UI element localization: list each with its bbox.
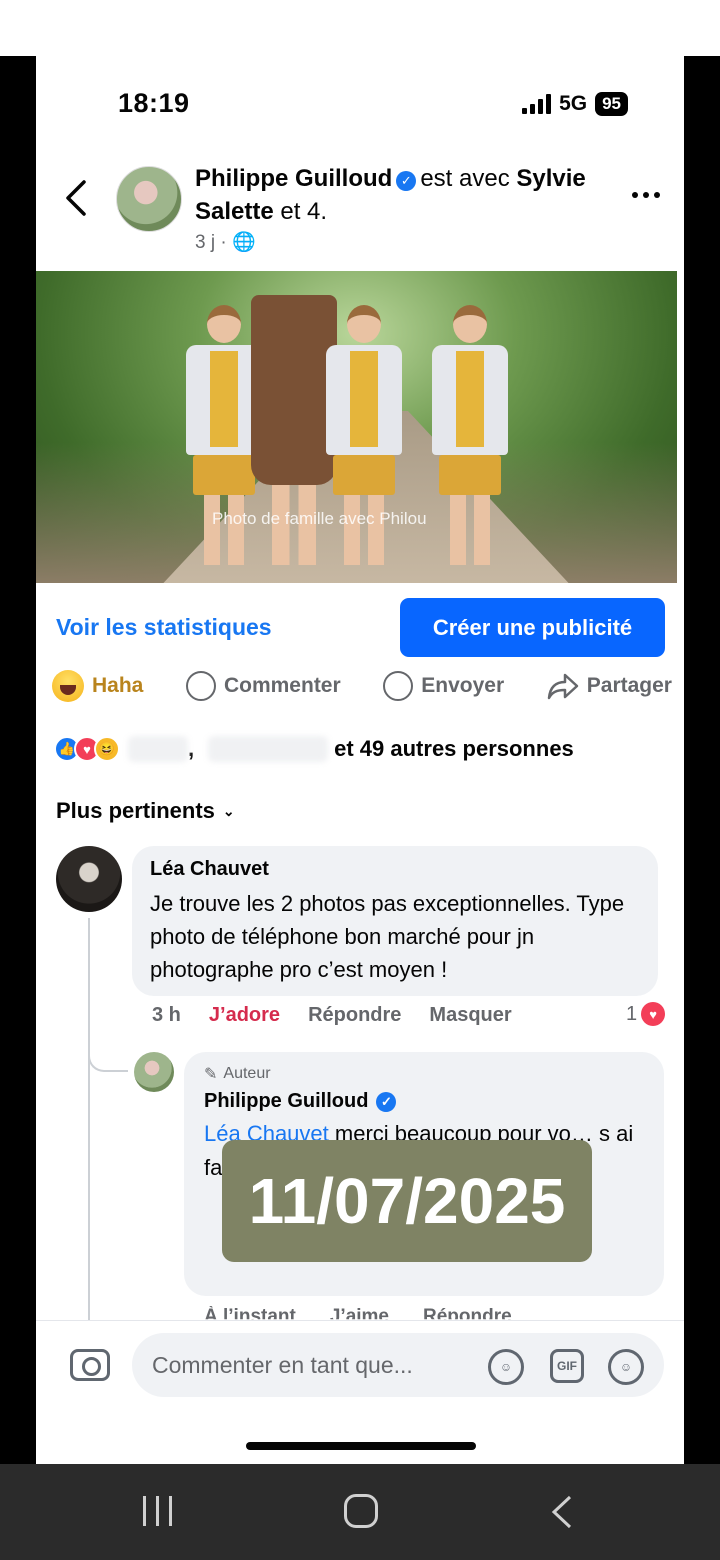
- reply-avatar[interactable]: [134, 1052, 174, 1092]
- author-tag-label: Auteur: [223, 1065, 271, 1082]
- gif-icon[interactable]: GIF: [550, 1349, 584, 1383]
- phone-screen: 18:19 5G 95 Philippe Guilloud ✓ est avec S…: [36, 56, 684, 1464]
- send-label: Envoyer: [421, 674, 505, 697]
- love-reaction-button[interactable]: J’adore: [209, 1004, 280, 1027]
- chevron-down-icon: ⌄: [222, 803, 235, 819]
- signal-icon: [522, 94, 552, 114]
- post-actions: Haha Commenter Envoyer Partager: [52, 670, 672, 702]
- haha-reaction-icon: 😆: [94, 736, 120, 762]
- back-icon[interactable]: [548, 1494, 578, 1530]
- commenter-avatar[interactable]: [56, 846, 122, 912]
- comment-composer: ☺ GIF ☺: [36, 1320, 684, 1420]
- share-arrow-icon: [547, 673, 579, 700]
- thread-line: [88, 918, 90, 1338]
- home-indicator[interactable]: [246, 1442, 476, 1450]
- status-indicators: 5G 95: [522, 92, 628, 116]
- verified-badge-icon: ✓: [376, 1091, 397, 1112]
- post-meta: 3 j · 🌐: [195, 230, 256, 254]
- post-photo[interactable]: Photo de famille avec Philou: [36, 271, 677, 583]
- left-letterbox: [0, 56, 36, 1464]
- react-label: Haha: [92, 674, 144, 697]
- right-letterbox: [684, 56, 720, 1464]
- comment-button[interactable]: Commenter: [185, 671, 341, 701]
- android-nav-bar: [0, 1464, 720, 1560]
- globe-icon: 🌐: [231, 232, 256, 253]
- view-stats-link[interactable]: Voir les statistiques: [56, 614, 272, 641]
- messenger-icon: [383, 671, 414, 701]
- post-header: Philippe Guilloud ✓ est avec Sylvie Salett…: [195, 162, 615, 228]
- names-separator: ,: [188, 736, 195, 761]
- photo-caption: Photo de famille avec Philou: [212, 509, 427, 528]
- comment-bubble-icon: [185, 671, 216, 701]
- send-button[interactable]: Envoyer: [383, 671, 504, 701]
- comment-bubble: Léa Chauvet Je trouve les 2 photos pas e…: [132, 846, 658, 996]
- comment-time: 3 h: [152, 1004, 181, 1026]
- camera-icon[interactable]: [70, 1349, 110, 1381]
- sort-label: Plus pertinents: [56, 798, 215, 823]
- reply-author-name: Philippe Guilloud: [204, 1090, 369, 1112]
- pencil-icon: ✎: [204, 1066, 218, 1083]
- home-icon[interactable]: [344, 1494, 378, 1528]
- share-button[interactable]: Partager: [547, 672, 672, 700]
- likes-count: et 49 autres personnes: [334, 736, 574, 761]
- author-name[interactable]: Philippe Guilloud: [195, 165, 392, 192]
- date-overlay: 11/07/2025: [222, 1140, 592, 1262]
- redacted-name: [208, 736, 329, 762]
- comment-sort-dropdown[interactable]: Plus pertinents ⌄: [56, 798, 235, 824]
- status-time: 18:19: [118, 88, 190, 118]
- avatar-sticker-icon[interactable]: ☺: [488, 1349, 524, 1385]
- reply-author[interactable]: Philippe Guilloud ✓: [204, 1090, 644, 1113]
- with-text: est avec: [420, 165, 510, 192]
- post-time: 3 j ·: [195, 232, 227, 253]
- reaction-count: 1: [626, 1002, 638, 1025]
- author-tag: ✎ Auteur: [204, 1064, 644, 1084]
- comment-meta: 3 h J’adore Répondre Masquer: [152, 1004, 512, 1027]
- share-label: Partager: [586, 674, 672, 697]
- comment-text: Je trouve les 2 photos pas exceptionnell…: [150, 891, 625, 982]
- more-icon[interactable]: [632, 192, 660, 198]
- network-type: 5G: [559, 92, 588, 115]
- author-avatar[interactable]: [116, 166, 182, 232]
- comment-reaction-count[interactable]: 1 ♥: [626, 1002, 666, 1026]
- battery-level: 95: [595, 92, 628, 116]
- reactions-summary[interactable]: 👍 ♥ 😆 , et 49 autres personnes: [54, 736, 574, 762]
- create-ad-button[interactable]: Créer une publicité: [400, 598, 665, 657]
- haha-emoji-icon: [52, 670, 84, 702]
- back-chevron-icon[interactable]: [62, 178, 92, 218]
- comment-label: Commenter: [223, 674, 341, 697]
- reply-button[interactable]: Répondre: [308, 1004, 401, 1027]
- verified-badge-icon: ✓: [396, 171, 417, 191]
- photo-child-right: [432, 305, 508, 565]
- smiley-icon[interactable]: ☺: [608, 1349, 644, 1385]
- recent-apps-icon[interactable]: [143, 1496, 172, 1526]
- tagged-others[interactable]: et 4.: [280, 198, 327, 225]
- comment-input[interactable]: [132, 1333, 664, 1397]
- thread-connector: [88, 1006, 128, 1072]
- hide-button[interactable]: Masquer: [429, 1004, 511, 1027]
- redacted-name: [128, 736, 188, 762]
- heart-icon: ♥: [641, 1002, 666, 1026]
- comment-author[interactable]: Léa Chauvet: [150, 858, 640, 881]
- react-button[interactable]: Haha: [52, 670, 143, 702]
